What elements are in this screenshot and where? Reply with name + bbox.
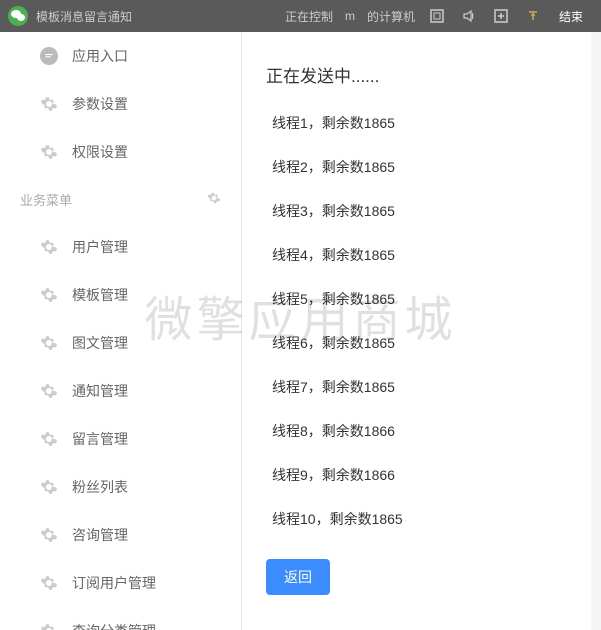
- sidebar-section-header: 业务菜单: [0, 176, 241, 223]
- thread-status-line: 线程7，剩余数1865: [266, 377, 577, 397]
- sidebar-item-label: 参数设置: [72, 94, 128, 114]
- sidebar-item-1[interactable]: 参数设置: [0, 80, 241, 128]
- thread-status-line: 线程2，剩余数1865: [266, 157, 577, 177]
- biz-item-1[interactable]: 模板管理: [0, 271, 241, 319]
- biz-item-8[interactable]: 查询分类管理: [0, 607, 241, 630]
- sidebar-item-label: 应用入口: [72, 46, 128, 66]
- fullscreen-icon[interactable]: [425, 4, 449, 28]
- section-title: 业务菜单: [20, 190, 72, 209]
- biz-item-label: 用户管理: [72, 237, 128, 257]
- wechat-icon: [8, 6, 28, 26]
- sound-icon[interactable]: [457, 4, 481, 28]
- thread-status-line: 线程1，剩余数1865: [266, 113, 577, 133]
- right-edge: [591, 32, 601, 630]
- biz-item-4[interactable]: 留言管理: [0, 415, 241, 463]
- back-button[interactable]: 返回: [266, 559, 330, 595]
- main-content: 正在发送中...... 线程1，剩余数1865 线程2，剩余数1865 线程3，剩余…: [242, 32, 601, 630]
- gear-icon: [40, 478, 58, 496]
- sidebar-item-0[interactable]: 应用入口: [0, 32, 241, 80]
- gear-icon: [40, 238, 58, 256]
- biz-item-6[interactable]: 咨询管理: [0, 511, 241, 559]
- control-status-text: 正在控制: [285, 8, 333, 25]
- biz-item-label: 留言管理: [72, 429, 128, 449]
- biz-item-label: 通知管理: [72, 381, 128, 401]
- control-computer-text: 的计算机: [367, 8, 415, 25]
- gear-icon: [40, 334, 58, 352]
- section-gear-icon[interactable]: [207, 191, 221, 208]
- thread-status-line: 线程8，剩余数1866: [266, 421, 577, 441]
- biz-item-label: 模板管理: [72, 285, 128, 305]
- gear-icon: [40, 143, 58, 161]
- thread-status-line: 线程5，剩余数1865: [266, 289, 577, 309]
- control-m-text: m: [345, 9, 355, 23]
- gear-icon: [40, 95, 58, 113]
- gear-icon: [40, 430, 58, 448]
- sidebar: 应用入口参数设置权限设置 业务菜单 用户管理模板管理图文管理通知管理留言管理粉丝…: [0, 32, 242, 630]
- biz-item-label: 咨询管理: [72, 525, 128, 545]
- remote-control-topbar: 模板消息留言通知 正在控制 m 的计算机 结束: [0, 0, 601, 32]
- pin-icon[interactable]: [521, 4, 545, 28]
- gear-icon: [40, 622, 58, 630]
- biz-item-3[interactable]: 通知管理: [0, 367, 241, 415]
- biz-item-label: 粉丝列表: [72, 477, 128, 497]
- biz-item-label: 订阅用户管理: [72, 573, 156, 593]
- biz-item-2[interactable]: 图文管理: [0, 319, 241, 367]
- thread-status-line: 线程6，剩余数1865: [266, 333, 577, 353]
- thread-status-line: 线程9，剩余数1866: [266, 465, 577, 485]
- thread-status-line: 线程10，剩余数1865: [266, 509, 577, 529]
- biz-item-0[interactable]: 用户管理: [0, 223, 241, 271]
- sending-status-title: 正在发送中......: [266, 62, 577, 87]
- plus-box-icon[interactable]: [489, 4, 513, 28]
- window-title: 模板消息留言通知: [36, 8, 132, 25]
- biz-item-5[interactable]: 粉丝列表: [0, 463, 241, 511]
- chat-icon: [40, 47, 58, 65]
- biz-item-label: 图文管理: [72, 333, 128, 353]
- thread-status-line: 线程3，剩余数1865: [266, 201, 577, 221]
- thread-status-line: 线程4，剩余数1865: [266, 245, 577, 265]
- biz-item-label: 查询分类管理: [72, 621, 156, 630]
- sidebar-item-label: 权限设置: [72, 142, 128, 162]
- gear-icon: [40, 382, 58, 400]
- biz-item-7[interactable]: 订阅用户管理: [0, 559, 241, 607]
- end-session-button[interactable]: 结束: [559, 8, 583, 25]
- gear-icon: [40, 286, 58, 304]
- gear-icon: [40, 574, 58, 592]
- sidebar-item-2[interactable]: 权限设置: [0, 128, 241, 176]
- gear-icon: [40, 526, 58, 544]
